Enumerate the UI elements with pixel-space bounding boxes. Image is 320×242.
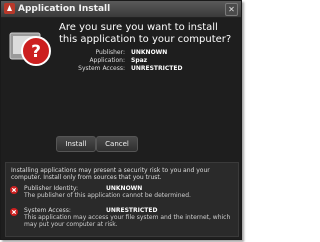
detail-label: System Access:: [78, 65, 125, 72]
question-mark-warning-icon: ?: [9, 32, 51, 66]
detail-value: Spaz: [131, 57, 148, 64]
cancel-button[interactable]: Cancel: [96, 136, 138, 152]
install-dialog: Application Install ✕ ? Are you sure you…: [0, 0, 242, 240]
close-button[interactable]: ✕: [225, 3, 238, 16]
security-warning-panel: Installing applications may present a se…: [5, 162, 239, 237]
detail-label: Publisher:: [95, 49, 125, 56]
warning-item-description: The publisher of this application cannot…: [24, 192, 191, 199]
install-button[interactable]: Install: [56, 136, 96, 152]
warning-item-description: This application may access your file sy…: [24, 214, 231, 228]
warning-item-publisher: Publisher Identity: UNKNOWN The publishe…: [10, 185, 236, 207]
detail-value: UNRESTRICTED: [131, 65, 183, 72]
detail-row-system-access: System Access: UNRESTRICTED: [59, 65, 237, 73]
error-x-icon: [10, 208, 18, 216]
detail-label: Application:: [89, 57, 125, 64]
install-question: Are you sure you want to install this ap…: [59, 22, 232, 45]
close-icon: ✕: [228, 5, 235, 14]
app-details: Publisher: UNKNOWN Application: Spaz Sys…: [59, 49, 237, 73]
svg-text:?: ?: [31, 42, 41, 62]
header-section: ? Are you sure you want to install this …: [5, 22, 237, 82]
security-warning-text: Installing applications may present a se…: [11, 167, 210, 181]
warning-item-value: UNRESTRICTED: [106, 207, 158, 214]
warning-item-label: Publisher Identity:: [24, 185, 79, 192]
error-x-icon: [10, 186, 18, 194]
detail-value: UNKNOWN: [131, 49, 168, 56]
air-app-icon: [4, 3, 15, 14]
title-bar[interactable]: Application Install ✕: [1, 1, 241, 18]
detail-row-publisher: Publisher: UNKNOWN: [59, 49, 237, 57]
detail-row-application: Application: Spaz: [59, 57, 237, 65]
dialog-body: ? Are you sure you want to install this …: [1, 18, 241, 239]
warning-item-value: UNKNOWN: [106, 185, 143, 192]
window-title: Application Install: [18, 4, 111, 14]
warning-item-label: System Access:: [24, 207, 71, 214]
warning-item-system-access: System Access: UNRESTRICTED This applica…: [10, 207, 236, 229]
